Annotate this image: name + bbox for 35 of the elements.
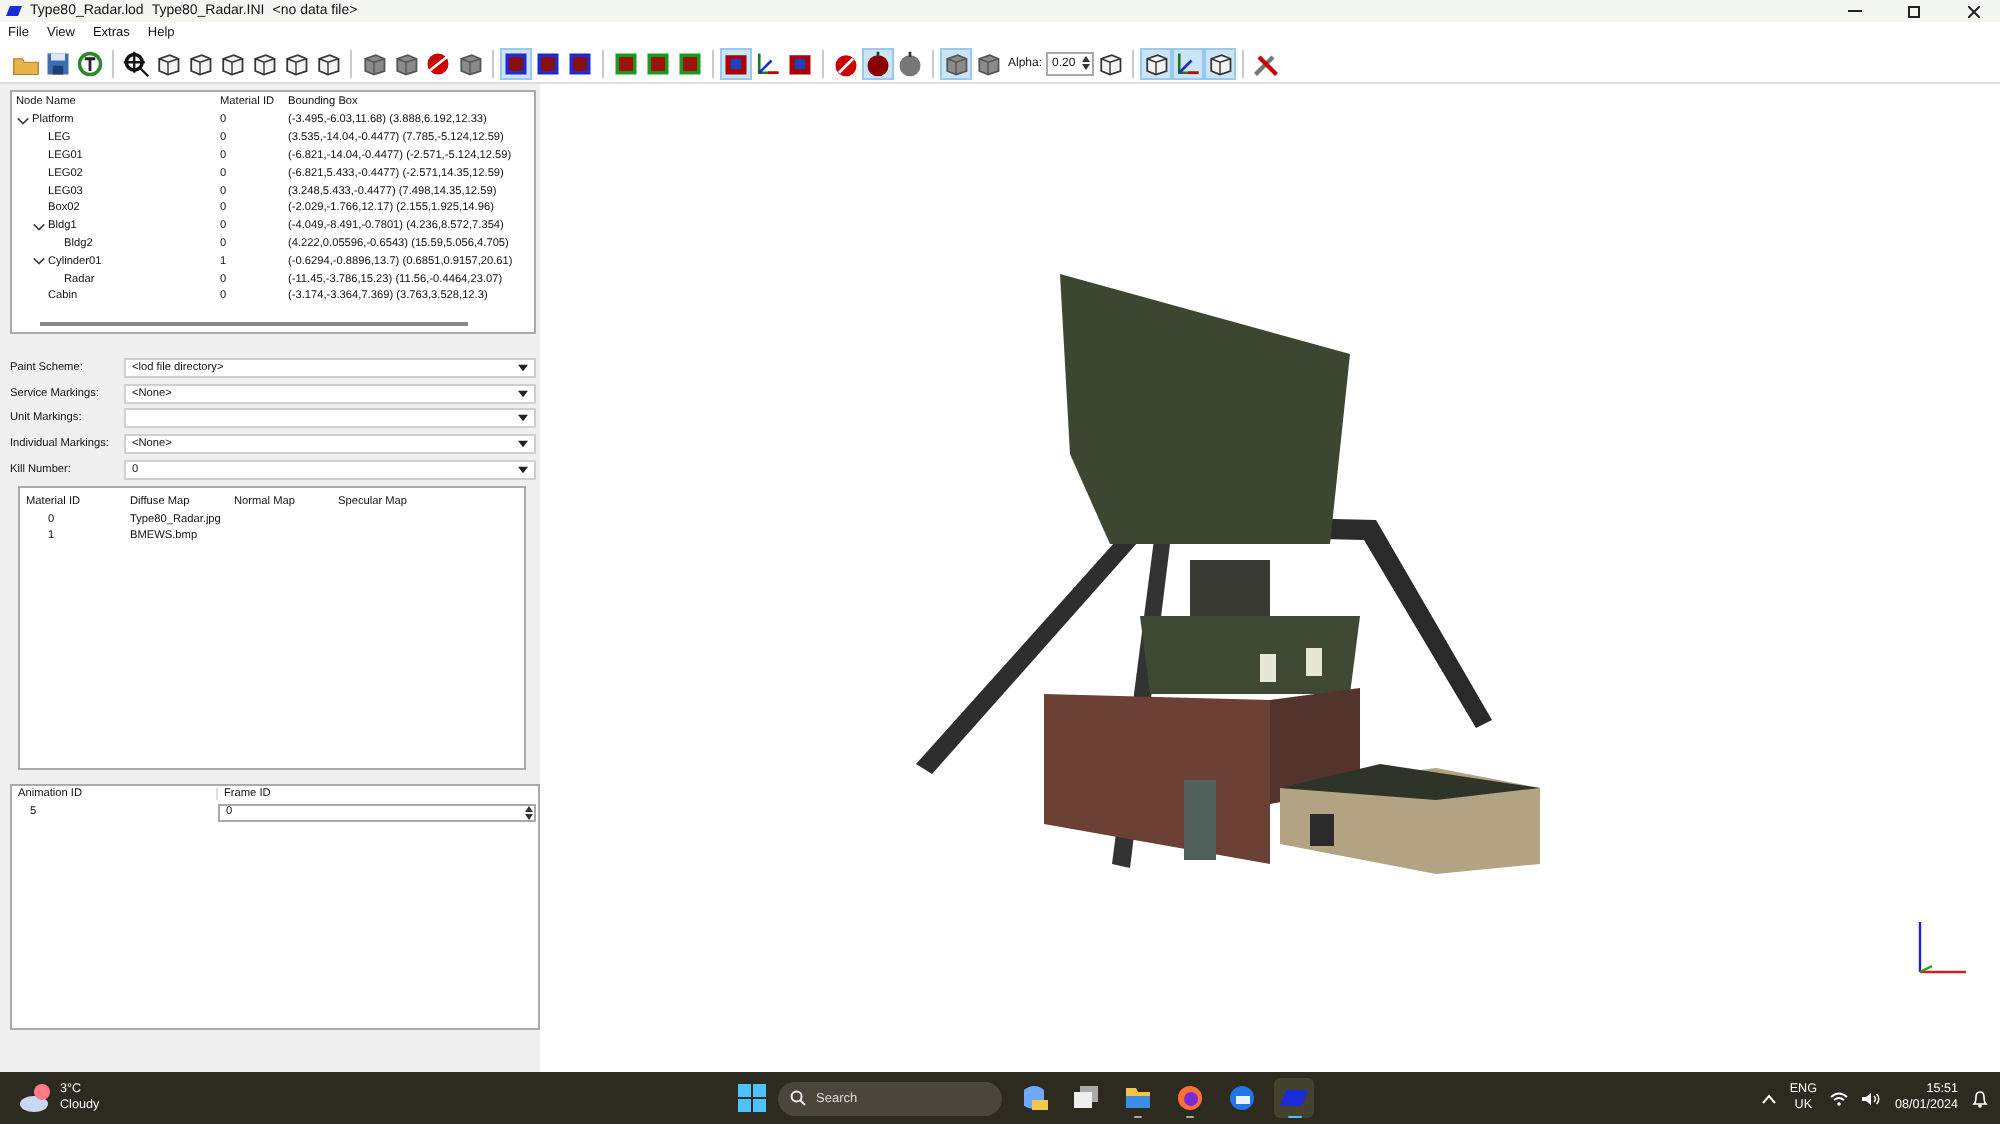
caret-icon xyxy=(518,364,528,372)
light-icon xyxy=(864,47,892,79)
chevron-down-icon[interactable] xyxy=(32,219,46,234)
app-icon xyxy=(6,6,22,16)
bell-icon[interactable] xyxy=(1972,1089,1988,1107)
task-view-icon xyxy=(1072,1084,1100,1112)
light-icon xyxy=(896,47,924,79)
app-icon xyxy=(1280,1090,1308,1106)
folder-icon xyxy=(1124,1084,1152,1112)
axes-icon xyxy=(1916,920,1968,976)
fox-globe-icon xyxy=(1176,1084,1204,1112)
caret-icon xyxy=(518,414,528,423)
caret-icon xyxy=(518,465,528,474)
wifi-icon[interactable] xyxy=(1830,1091,1849,1105)
toolbar-button[interactable] xyxy=(120,47,152,79)
weather-icon[interactable] xyxy=(18,1084,54,1112)
caret-icon xyxy=(518,389,528,398)
spinner-icon[interactable] xyxy=(524,805,534,820)
close-icon[interactable] xyxy=(1968,5,1980,17)
dropdown-field[interactable] xyxy=(124,408,536,429)
colorful-app-icon xyxy=(1020,1084,1048,1112)
spinner-icon[interactable] xyxy=(1081,56,1090,70)
3d-viewport[interactable] xyxy=(540,84,2000,1072)
start-icon[interactable] xyxy=(738,1084,766,1112)
scroll-bar[interactable] xyxy=(40,322,468,326)
chevron-down-icon[interactable] xyxy=(32,254,46,269)
toolbar-button[interactable] xyxy=(74,47,106,79)
speaker-icon[interactable] xyxy=(1862,1091,1881,1105)
maximize-icon[interactable] xyxy=(1908,5,1920,17)
chevron-down-icon[interactable] xyxy=(16,113,30,128)
bird-envelope-icon xyxy=(1228,1084,1256,1112)
chevron-up-icon[interactable] xyxy=(1761,1093,1776,1103)
zoom-icon xyxy=(122,47,150,79)
minimize-icon[interactable] xyxy=(1847,10,1861,12)
caret-icon xyxy=(518,440,528,449)
